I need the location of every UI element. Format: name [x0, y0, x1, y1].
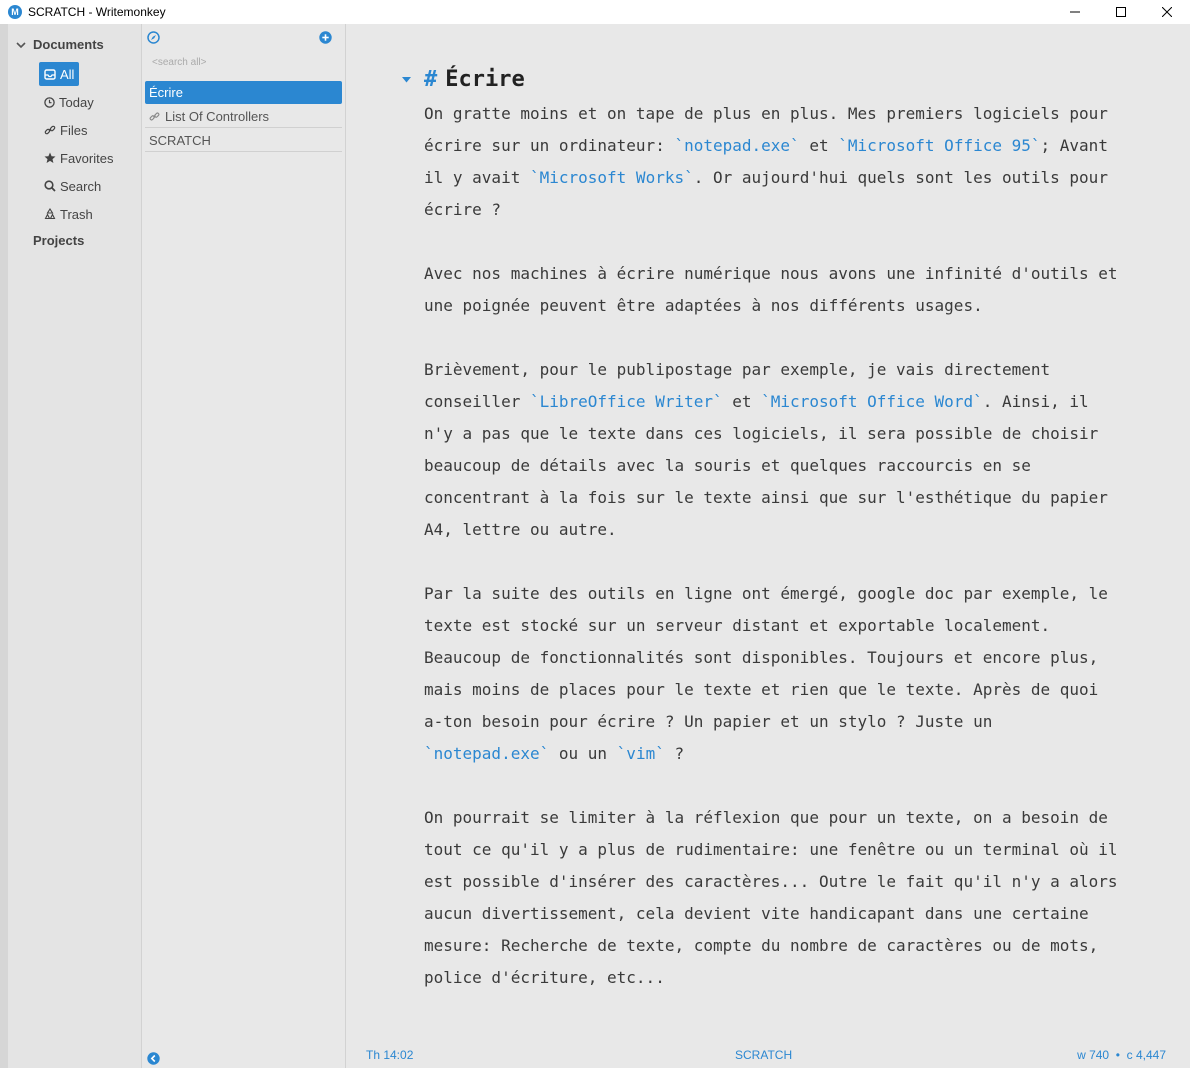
- projects-section-label[interactable]: Projects: [33, 233, 84, 248]
- maximize-button[interactable]: [1098, 0, 1144, 24]
- inline-code: `vim`: [616, 744, 665, 763]
- status-bar: Th 14:02 SCRATCH w 740 • c 4,447: [346, 1034, 1190, 1068]
- document-paragraph: Par la suite des outils en ligne ont éme…: [424, 578, 1124, 770]
- status-time[interactable]: Th 14:02: [366, 1048, 413, 1062]
- inline-code: `Microsoft Office Word`: [761, 392, 983, 411]
- sidebar-item-label: Search: [60, 178, 102, 194]
- heading-text: Écrire: [445, 67, 525, 92]
- close-icon: [1162, 7, 1172, 17]
- file-item-list-of-controllers[interactable]: List Of Controllers: [145, 105, 342, 128]
- file-item-label: Écrire: [149, 85, 183, 100]
- document-paragraph: Brièvement, pour le publipostage par exe…: [424, 354, 1124, 546]
- editor-area[interactable]: # Écrire On gratte moins et on tape de pl…: [346, 24, 1190, 1034]
- status-word-char-count[interactable]: w 740 • c 4,447: [1077, 1048, 1166, 1062]
- paragraph-text: et: [799, 136, 839, 155]
- file-item-scratch[interactable]: SCRATCH: [145, 129, 342, 152]
- inline-code: `notepad.exe`: [424, 744, 550, 763]
- minimize-icon: [1070, 11, 1080, 13]
- file-item-label: List Of Controllers: [165, 108, 270, 124]
- title-bar: M SCRATCH - Writemonkey: [0, 0, 1190, 24]
- sidebar-item-search[interactable]: Search: [39, 174, 106, 198]
- chevron-down-icon: [16, 41, 26, 48]
- heading-marker: #: [424, 67, 438, 92]
- add-document-icon[interactable]: [319, 31, 332, 44]
- paragraph-text: ou un: [549, 744, 617, 763]
- minimize-button[interactable]: [1052, 0, 1098, 24]
- sidebar-item-label: Trash: [60, 206, 93, 222]
- recycle-icon: [44, 208, 56, 220]
- star-icon: [44, 152, 56, 164]
- file-item-ecrire[interactable]: Écrire: [145, 81, 342, 104]
- paragraph-text: Avec nos machines à écrire numérique nou…: [424, 264, 1118, 315]
- clock-icon: [44, 96, 55, 108]
- sidebar-item-label: Favorites: [60, 150, 114, 166]
- sidebar: Documents All Today Files Favorites Sear…: [8, 24, 142, 1068]
- inline-code: `Microsoft Works`: [529, 168, 694, 187]
- sidebar-item-trash[interactable]: Trash: [39, 202, 98, 226]
- paragraph-text: . Ainsi, il n'y a pas que le texte dans …: [424, 392, 1108, 539]
- document-content[interactable]: # Écrire On gratte moins et on tape de pl…: [402, 64, 1124, 1026]
- inline-code: `LibreOffice Writer`: [529, 392, 723, 411]
- sidebar-item-all[interactable]: All: [39, 62, 80, 86]
- document-body: On gratte moins et on tape de plus en pl…: [424, 98, 1124, 994]
- file-list-panel: <search all> Écrire List Of Controllers …: [142, 24, 346, 1068]
- sidebar-item-label: All: [60, 66, 75, 82]
- paragraph-text: ?: [664, 744, 685, 763]
- link-icon: [44, 124, 56, 136]
- document-paragraph: On gratte moins et on tape de plus en pl…: [424, 98, 1124, 226]
- paragraph-text: Par la suite des outils en ligne ont éme…: [424, 584, 1108, 731]
- fold-heading-icon[interactable]: [402, 77, 411, 83]
- app-logo-icon: M: [8, 5, 22, 19]
- document-paragraph: On pourrait se limiter à la réflexion qu…: [424, 802, 1124, 994]
- documents-section-label: Documents: [33, 37, 104, 52]
- sidebar-item-label: Files: [60, 122, 88, 138]
- inline-code: `notepad.exe`: [674, 136, 800, 155]
- inbox-icon: [44, 68, 56, 80]
- window-controls: [1052, 0, 1190, 24]
- documents-section-toggle[interactable]: Documents: [16, 37, 104, 52]
- file-item-label: SCRATCH: [149, 132, 211, 148]
- paragraph-text: On pourrait se limiter à la réflexion qu…: [424, 808, 1118, 987]
- window-title: SCRATCH - Writemonkey: [28, 5, 166, 19]
- link-icon: [149, 111, 160, 122]
- sidebar-item-today[interactable]: Today: [39, 90, 99, 114]
- status-document-name[interactable]: SCRATCH: [735, 1048, 792, 1062]
- window-left-edge: [0, 24, 8, 1068]
- file-search-input[interactable]: <search all>: [152, 57, 206, 68]
- sidebar-item-label: Today: [59, 94, 94, 110]
- search-icon: [44, 180, 56, 192]
- document-paragraph: Avec nos machines à écrire numérique nou…: [424, 258, 1124, 322]
- document-heading: # Écrire: [402, 64, 1124, 96]
- sidebar-item-files[interactable]: Files: [39, 118, 92, 142]
- navigate-icon[interactable]: [147, 31, 160, 44]
- collapse-sidebar-icon[interactable]: [147, 1052, 160, 1065]
- maximize-icon: [1116, 7, 1126, 17]
- inline-code: `Microsoft Office 95`: [838, 136, 1041, 155]
- close-button[interactable]: [1144, 0, 1190, 24]
- sidebar-item-favorites[interactable]: Favorites: [39, 146, 118, 170]
- paragraph-text: et: [722, 392, 762, 411]
